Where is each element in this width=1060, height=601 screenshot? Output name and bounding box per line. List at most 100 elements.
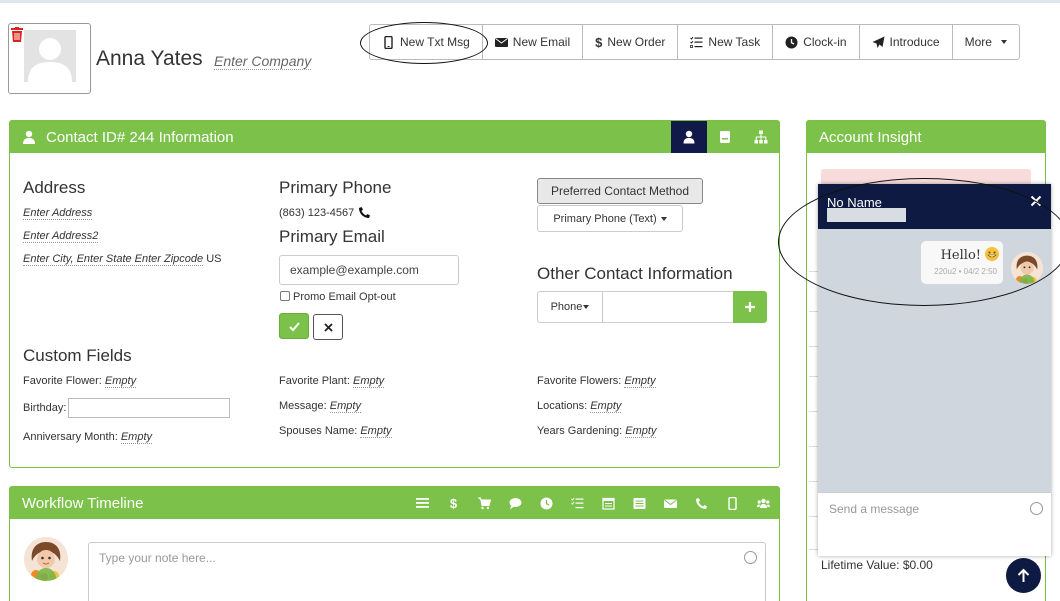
other-contact-input[interactable] — [603, 291, 733, 323]
new-task-button[interactable]: New Task — [678, 25, 774, 59]
other-contact-heading: Other Contact Information — [537, 264, 733, 283]
clock-in-button[interactable]: Clock-in — [773, 25, 860, 59]
account-insight-title: Account Insight — [819, 128, 922, 146]
clock-icon — [540, 497, 553, 509]
custom-field-locations: Locations: Empty — [537, 400, 622, 413]
filter-all[interactable] — [407, 487, 438, 519]
field-label: Favorite Flower: — [23, 375, 102, 387]
field-value[interactable]: Empty — [352, 375, 385, 388]
tab-notes[interactable] — [707, 121, 743, 153]
caret-down-icon — [660, 216, 667, 221]
preferred-contact-dropdown[interactable]: Primary Phone (Text) — [537, 205, 683, 232]
contact-name[interactable]: Anna Yates — [96, 47, 203, 71]
primary-email-heading: Primary Email — [279, 227, 385, 246]
field-value[interactable]: Empty — [329, 400, 361, 413]
filter-forms[interactable] — [624, 487, 655, 519]
lifetime-value: Lifetime Value: $0.00 — [821, 558, 933, 572]
tab-hierarchy[interactable] — [743, 121, 779, 153]
tasks-icon — [571, 497, 584, 508]
company-field[interactable]: Enter Company — [214, 53, 312, 70]
sitemap-icon — [754, 130, 768, 144]
filter-calendar[interactable] — [593, 487, 624, 519]
form-icon — [633, 497, 646, 509]
address-line2[interactable]: Enter Address2 — [23, 230, 99, 243]
dollar-icon: $ — [595, 34, 603, 50]
filter-users[interactable] — [748, 487, 779, 519]
promo-opt-out-label: Promo Email Opt-out — [293, 291, 396, 303]
filter-texts[interactable] — [717, 487, 748, 519]
contact-type-dropdown[interactable]: Phone — [537, 291, 603, 323]
save-email-button[interactable] — [279, 313, 309, 339]
field-value[interactable]: Empty — [120, 431, 153, 444]
filter-messages[interactable] — [500, 487, 531, 519]
filter-orders[interactable]: $ — [438, 487, 469, 519]
clock-in-label: Clock-in — [803, 35, 847, 49]
preferred-contact-method-button[interactable]: Preferred Contact Method — [537, 178, 703, 204]
filter-cart[interactable] — [469, 487, 500, 519]
promo-opt-out-checkbox[interactable] — [280, 291, 290, 301]
custom-field-favorite-plant: Favorite Plant: Empty — [279, 375, 385, 388]
field-label: Birthday: — [23, 401, 67, 414]
note-textarea[interactable]: Type your note here... — [88, 542, 766, 601]
field-value[interactable]: Empty — [624, 375, 656, 388]
field-label: Favorite Flowers: — [537, 375, 622, 387]
more-dropdown[interactable]: More — [953, 25, 1019, 59]
tab-contact[interactable] — [671, 121, 707, 153]
filter-calls[interactable] — [686, 487, 717, 519]
emoji-icon[interactable] — [744, 551, 757, 564]
field-label: Message: — [279, 400, 327, 412]
custom-field-message: Message: Empty — [279, 400, 361, 413]
filter-clock[interactable] — [531, 487, 562, 519]
promo-opt-out[interactable]: Promo Email Opt-out — [280, 291, 396, 303]
custom-field-years-gardening: Years Gardening: Empty — [537, 425, 657, 438]
filter-email[interactable] — [655, 487, 686, 519]
filter-tasks[interactable] — [562, 487, 593, 519]
note-placeholder: Type your note here... — [99, 551, 216, 565]
emoji-icon[interactable] — [1030, 502, 1043, 515]
highlight-ring-chat — [778, 178, 1060, 306]
contact-type-selected: Phone — [550, 301, 583, 313]
contact-info-panel: Contact ID# 244 Information Address Ente… — [9, 120, 780, 468]
workflow-timeline-panel: Workflow Timeline $ Type your note here.… — [9, 486, 780, 601]
close-icon — [323, 322, 333, 332]
phone-icon — [696, 497, 707, 509]
custom-field-birthday: Birthday: — [23, 398, 231, 418]
new-order-button[interactable]: $ New Order — [583, 25, 679, 59]
delete-contact-icon[interactable] — [11, 27, 23, 42]
workflow-title: Workflow Timeline — [22, 494, 144, 512]
custom-field-spouses-name: Spouses Name: Empty — [279, 425, 392, 438]
address-city-state-zip[interactable]: Enter City, Enter State Enter Zipcode — [23, 253, 204, 266]
field-value[interactable]: Empty — [590, 400, 622, 413]
new-email-label: New Email — [512, 35, 571, 49]
paper-plane-icon — [872, 36, 885, 48]
primary-phone-value[interactable]: (863) 123-4567 — [279, 207, 354, 219]
add-contact-button[interactable] — [733, 291, 767, 323]
custom-field-favorite-flowers: Favorite Flowers: Empty — [537, 375, 656, 388]
new-email-button[interactable]: New Email — [483, 25, 584, 59]
other-contact-input-group: Phone — [537, 291, 767, 323]
introduce-button[interactable]: Introduce — [860, 25, 953, 59]
phone-icon[interactable] — [358, 206, 371, 219]
birthday-input[interactable] — [68, 398, 231, 418]
account-insight-header: Account Insight — [807, 121, 1045, 153]
phone-email-section: Primary Phone (863) 123-4567 Primary Ema… — [279, 178, 479, 247]
contact-info-header: Contact ID# 244 Information — [10, 121, 779, 153]
dollar-icon: $ — [449, 495, 458, 511]
book-icon — [720, 131, 730, 143]
comment-icon — [509, 497, 522, 509]
field-value[interactable]: Empty — [360, 425, 392, 438]
email-actions — [279, 313, 343, 340]
user-avatar — [24, 537, 68, 581]
field-value[interactable]: Empty — [104, 375, 137, 388]
introduce-label: Introduce — [889, 35, 940, 49]
address-line1[interactable]: Enter Address — [23, 207, 93, 220]
scroll-to-top-button[interactable] — [1006, 558, 1041, 593]
tasks-icon — [690, 36, 703, 48]
arrow-up-icon — [1017, 568, 1030, 582]
field-value[interactable]: Empty — [625, 425, 657, 438]
cart-icon — [478, 497, 491, 509]
field-label: Years Gardening: — [537, 425, 623, 437]
primary-email-input[interactable]: example@example.com — [279, 255, 459, 285]
chat-message-input[interactable]: Send a message — [818, 492, 1051, 556]
cancel-email-button[interactable] — [313, 314, 343, 340]
